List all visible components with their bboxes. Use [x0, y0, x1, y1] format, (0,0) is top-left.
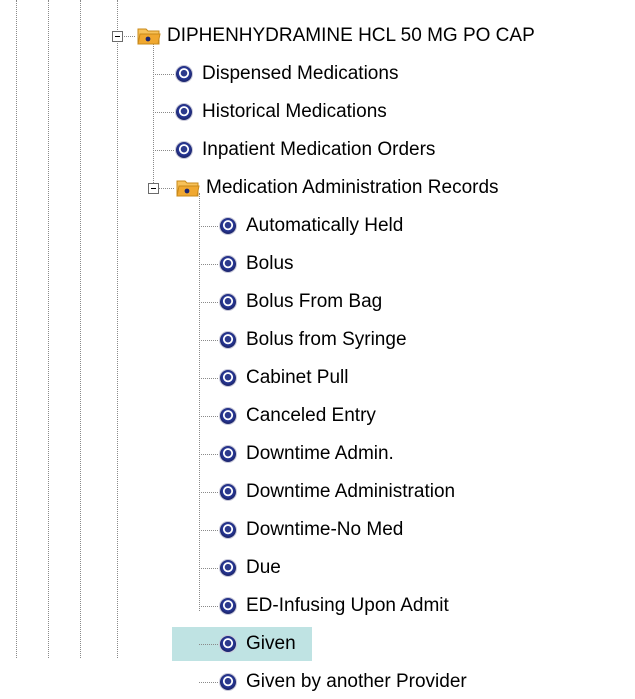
collapse-toggle-icon[interactable]	[112, 31, 123, 42]
tree-node-inpatient-medication-orders[interactable]: Inpatient Medication Orders	[0, 133, 635, 167]
tree-node-ed-infusing-upon-admit[interactable]: ED-Infusing Upon Admit	[0, 589, 635, 623]
tree-connector-line	[199, 378, 218, 379]
tree-node-label: Dispensed Medications	[202, 63, 399, 84]
tree-node-downtime-no-med[interactable]: Downtime-No Med	[0, 513, 635, 547]
tree-node-label: Due	[246, 557, 281, 578]
tree-node-label: Downtime-No Med	[246, 519, 404, 540]
tree-node-label: Historical Medications	[202, 101, 387, 122]
tree-node-given[interactable]: Given	[0, 627, 635, 661]
tree-node-label: Downtime Admin.	[246, 443, 394, 464]
tree-node-bolus-from-syringe[interactable]: Bolus from Syringe	[0, 323, 635, 357]
tree-node-given-by-another-provider[interactable]: Given by another Provider	[0, 665, 635, 699]
record-bullet-icon	[220, 256, 236, 272]
open-folder-icon	[137, 28, 161, 45]
tree-node-bolus-from-bag[interactable]: Bolus From Bag	[0, 285, 635, 319]
tree-node-dispensed-medications[interactable]: Dispensed Medications	[0, 57, 635, 91]
tree-node-historical-medications[interactable]: Historical Medications	[0, 95, 635, 129]
tree-node-label: Given by another Provider	[246, 671, 467, 692]
record-bullet-icon	[176, 104, 192, 120]
tree-connector-line	[153, 74, 174, 75]
tree-node-label: Given	[246, 633, 296, 654]
record-bullet-icon	[220, 560, 236, 576]
tree-connector-line	[199, 226, 218, 227]
tree-connector-line	[199, 568, 218, 569]
record-bullet-icon	[220, 484, 236, 500]
tree-node-downtime-admin-[interactable]: Downtime Admin.	[0, 437, 635, 471]
tree-node-downtime-administration[interactable]: Downtime Administration	[0, 475, 635, 509]
tree-connector-line	[199, 302, 218, 303]
record-bullet-icon	[220, 408, 236, 424]
tree-connector-line	[199, 416, 218, 417]
tree-node-label: DIPHENHYDRAMINE HCL 50 MG PO CAP	[167, 25, 535, 46]
tree-connector-line	[153, 112, 174, 113]
tree-node-label: Downtime Administration	[246, 481, 456, 502]
record-bullet-icon	[220, 446, 236, 462]
tree-connector-line	[199, 682, 218, 683]
tree-connector-line	[199, 606, 218, 607]
tree-node-label: Inpatient Medication Orders	[202, 139, 436, 160]
tree-node-cabinet-pull[interactable]: Cabinet Pull	[0, 361, 635, 395]
record-bullet-icon	[176, 66, 192, 82]
tree-node-label: Bolus From Bag	[246, 291, 383, 312]
tree-connector-line	[199, 492, 218, 493]
record-bullet-icon	[220, 332, 236, 348]
tree-node-due[interactable]: Due	[0, 551, 635, 585]
tree-node-root[interactable]: DIPHENHYDRAMINE HCL 50 MG PO CAP	[0, 19, 635, 53]
record-bullet-icon	[220, 598, 236, 614]
record-bullet-icon	[220, 522, 236, 538]
tree-connector-line	[199, 530, 218, 531]
record-bullet-icon	[176, 142, 192, 158]
tree-node-canceled-entry[interactable]: Canceled Entry	[0, 399, 635, 433]
record-bullet-icon	[220, 674, 236, 690]
collapse-toggle-icon[interactable]	[148, 183, 159, 194]
tree-connector-line	[199, 454, 218, 455]
tree-node-label: Automatically Held	[246, 215, 404, 236]
record-bullet-icon	[220, 636, 236, 652]
tree-node-medication-administration-records[interactable]: Medication Administration Records	[0, 171, 635, 205]
record-bullet-icon	[220, 294, 236, 310]
tree-node-label: Medication Administration Records	[206, 177, 499, 198]
tree-connector-line	[199, 644, 218, 645]
tree-node-label: ED-Infusing Upon Admit	[246, 595, 449, 616]
tree-node-label: Canceled Entry	[246, 405, 376, 426]
tree-node-label: Bolus from Syringe	[246, 329, 407, 350]
record-bullet-icon	[220, 218, 236, 234]
tree-node-bolus[interactable]: Bolus	[0, 247, 635, 281]
record-bullet-icon	[220, 370, 236, 386]
tree-connector-line	[199, 264, 218, 265]
tree-connector-line	[153, 150, 174, 151]
tree-node-label: Bolus	[246, 253, 294, 274]
tree-node-automatically-held[interactable]: Automatically Held	[0, 209, 635, 243]
tree-connector-line	[199, 340, 218, 341]
open-folder-icon	[176, 180, 200, 197]
tree-node-label: Cabinet Pull	[246, 367, 349, 388]
